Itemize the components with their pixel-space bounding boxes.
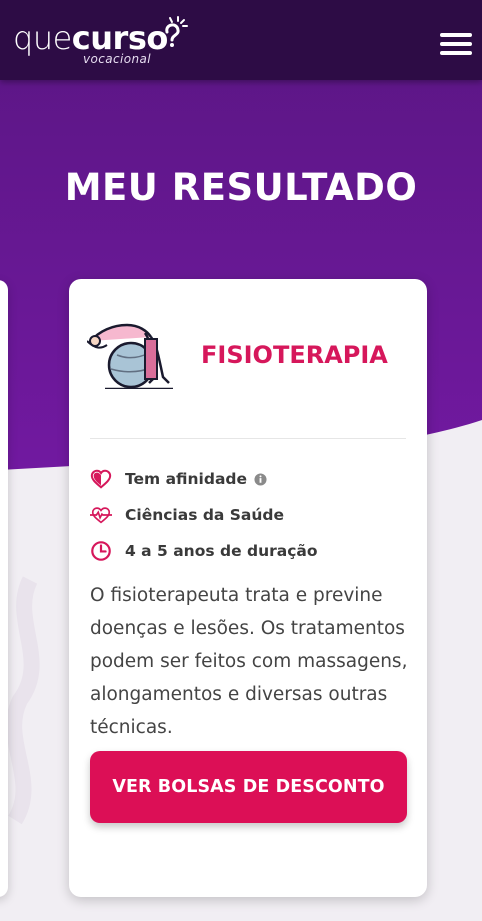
logo-subtitle: vocacional (83, 52, 151, 66)
area-row: Ciências da Saúde (90, 503, 284, 527)
heartbeat-icon (90, 507, 112, 524)
result-card: FISIOTERAPIA Tem afinidade Ciências da S… (69, 279, 427, 897)
view-discounts-button[interactable]: VER BOLSAS DE DESCONTO (90, 751, 407, 823)
top-navigation-bar: quecurso vocacional (0, 0, 482, 80)
clock-icon (91, 541, 111, 561)
quecurso-logo[interactable]: quecurso vocacional (13, 12, 188, 70)
course-description: O fisioterapeuta trata e previne doenças… (90, 585, 408, 738)
affinity-row: Tem afinidade (90, 467, 267, 491)
hamburger-menu-icon[interactable] (440, 33, 474, 57)
affinity-label: Tem afinidade (125, 470, 248, 488)
area-label: Ciências da Saúde (125, 506, 285, 524)
page-title: MEU RESULTADO (64, 166, 418, 209)
card-divider (90, 438, 406, 439)
physiotherapy-illustration (87, 323, 173, 389)
course-name: FISIOTERAPIA (201, 341, 388, 369)
previous-result-card[interactable] (0, 280, 8, 897)
duration-row: 4 a 5 anos de duração (90, 539, 318, 563)
info-icon[interactable] (254, 472, 267, 486)
heart-icon (90, 469, 112, 489)
logo-question-spark-icon (165, 16, 188, 47)
duration-label: 4 a 5 anos de duração (125, 542, 318, 560)
